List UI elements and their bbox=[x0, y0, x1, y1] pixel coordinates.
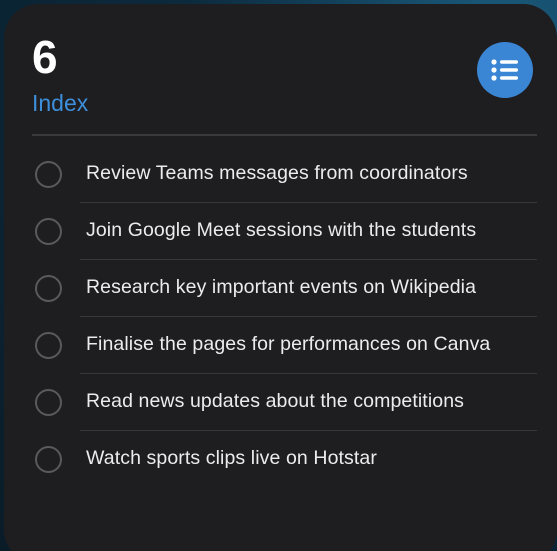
reminder-count: 6 bbox=[32, 31, 58, 83]
reminder-label: Finalise the pages for performances on C… bbox=[86, 333, 491, 355]
completion-circle[interactable] bbox=[35, 332, 62, 359]
reminder-label: Watch sports clips live on Hotstar bbox=[86, 447, 377, 469]
reminder-item[interactable]: Join Google Meet sessions with the stude… bbox=[32, 203, 537, 260]
reminder-label: Read news updates about the competitions bbox=[86, 390, 464, 412]
reminder-item[interactable]: Finalise the pages for performances on C… bbox=[32, 317, 537, 374]
reminders-widget[interactable]: 6 Index Review Teams messages from coord… bbox=[4, 4, 557, 551]
reminder-item[interactable]: Review Teams messages from coordinators bbox=[32, 146, 537, 203]
completion-circle[interactable] bbox=[35, 161, 62, 188]
header-divider bbox=[32, 134, 537, 136]
reminder-label: Join Google Meet sessions with the stude… bbox=[86, 219, 477, 241]
list-bullet-icon bbox=[491, 59, 518, 81]
reminder-item[interactable]: Watch sports clips live on Hotstar bbox=[32, 431, 537, 488]
reminder-item[interactable]: Read news updates about the competitions bbox=[32, 374, 537, 431]
reminder-label: Review Teams messages from coordinators bbox=[86, 162, 468, 184]
completion-circle[interactable] bbox=[35, 218, 62, 245]
reminder-label: Research key important events on Wikiped… bbox=[86, 276, 477, 298]
completion-circle[interactable] bbox=[35, 275, 62, 302]
list-title: Index bbox=[32, 90, 89, 116]
list-icon-button[interactable] bbox=[477, 42, 533, 98]
completion-circle[interactable] bbox=[35, 389, 62, 416]
completion-circle[interactable] bbox=[35, 446, 62, 473]
reminder-item[interactable]: Research key important events on Wikiped… bbox=[32, 260, 537, 317]
